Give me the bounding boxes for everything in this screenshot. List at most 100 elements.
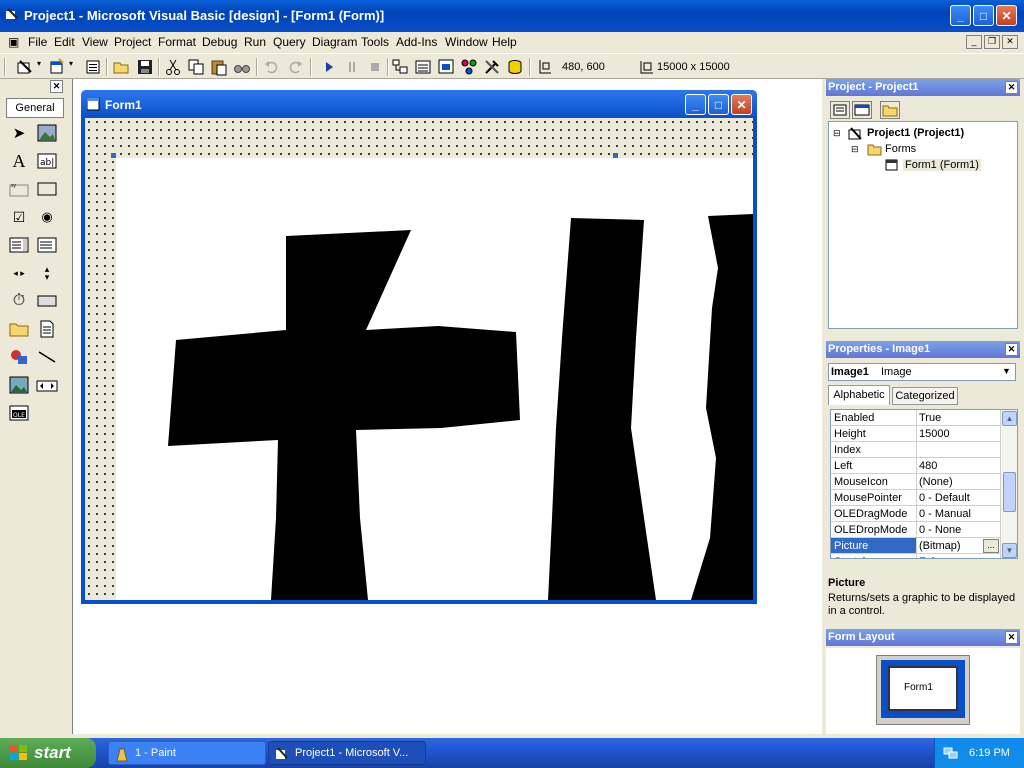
taskbar-item-paint[interactable]: 1 - Paint [108,741,266,765]
form-preview[interactable]: Form1 [888,666,958,711]
view-object-button[interactable] [852,101,872,119]
form-title-bar[interactable]: Form1 _ □ ✕ [81,90,757,118]
save-project-icon[interactable] [136,58,154,76]
resize-handle[interactable] [613,153,618,158]
tree-collapse-icon[interactable]: ⊟ [851,144,859,155]
dropdown-arrow-icon[interactable]: ▾ [69,59,73,68]
ole-tool[interactable]: OLE [8,402,30,424]
project-explorer-close-button[interactable]: ✕ [1005,81,1018,94]
minimize-button[interactable]: _ [950,5,971,26]
property-grid-scrollbar[interactable]: ▲ ▼ [1000,410,1017,558]
redo-icon[interactable] [286,58,304,76]
toolbox-close-button[interactable]: ✕ [50,80,63,93]
property-row[interactable]: OLEDropMode 0 - None [831,522,1001,538]
combobox-tool[interactable] [8,234,30,256]
property-value[interactable]: 0 - Default [919,492,999,504]
form-client-area[interactable] [85,118,753,600]
property-row[interactable]: StretchFalse [831,554,1001,558]
add-project-icon[interactable] [16,58,34,76]
view-code-button[interactable] [830,101,850,119]
tab-alphabetic[interactable]: Alphabetic [828,385,890,405]
property-row[interactable]: Left 480 [831,458,1001,474]
picturebox-tool[interactable] [36,122,58,144]
tab-categorized[interactable]: Categorized [892,387,958,405]
property-value[interactable]: 15000 [919,428,999,440]
ellipsis-button[interactable]: ... [983,539,999,553]
property-row[interactable]: Height 15000 [831,426,1001,442]
line-tool[interactable] [36,346,58,368]
menu-file[interactable]: File [28,35,47,49]
textbox-tool[interactable]: ab| [36,150,58,172]
paste-icon[interactable] [210,58,228,76]
properties-close-button[interactable]: ✕ [1005,343,1018,356]
property-row[interactable]: OLEDragMode 0 - Manual [831,506,1001,522]
start-run-icon[interactable] [320,58,338,76]
menu-format[interactable]: Format [158,35,196,49]
mdi-restore-button[interactable]: ❐ [984,35,1000,49]
menu-system-icon[interactable]: ▣ [8,35,19,49]
toggle-folders-button[interactable] [880,101,900,119]
property-value[interactable]: 0 - Manual [919,508,999,520]
close-button[interactable]: ✕ [996,5,1017,26]
form-layout-close-button[interactable]: ✕ [1005,631,1018,644]
forms-folder-node[interactable]: Forms [885,143,916,155]
scroll-up-icon[interactable]: ▲ [1002,411,1017,426]
commandbutton-tool[interactable] [36,178,58,200]
break-icon[interactable] [343,58,361,76]
form-maximize-button[interactable]: □ [708,94,729,115]
filelistbox-tool[interactable] [36,318,58,340]
image-tool[interactable] [8,374,30,396]
tree-collapse-icon[interactable]: ⊟ [833,128,841,139]
scroll-down-icon[interactable]: ▼ [1002,543,1017,558]
object-browser-icon[interactable] [460,58,478,76]
mdi-minimize-button[interactable]: _ [966,35,982,49]
vb-app-icon[interactable] [5,8,19,22]
label-tool[interactable]: A [8,150,30,172]
taskbar-item-vb[interactable]: Project1 - Microsoft V... [268,741,426,765]
start-button[interactable]: start [0,738,96,768]
maximize-button[interactable]: □ [973,5,994,26]
menu-view[interactable]: View [82,35,108,49]
toolbox-tab-general[interactable]: General [6,98,64,118]
optionbutton-tool[interactable]: ◉ [36,206,58,228]
property-row[interactable]: MousePointer 0 - Default [831,490,1001,506]
cut-icon[interactable] [164,58,182,76]
menu-help[interactable]: Help [492,35,517,49]
properties-window-icon[interactable] [414,58,432,76]
object-select[interactable]: Image1 Image ▼ [828,363,1016,381]
checkbox-tool[interactable]: ☑ [8,206,30,228]
property-value[interactable]: 480 [919,460,999,472]
property-row[interactable]: Enabled True [831,410,1001,426]
frame-tool[interactable]: xy [8,178,30,200]
open-project-icon[interactable] [113,58,131,76]
property-row[interactable]: Index [831,442,1001,458]
drivelistbox-tool[interactable] [36,290,58,312]
property-row[interactable]: Picture (Bitmap)... [831,538,1001,554]
end-icon[interactable] [366,58,384,76]
dropdown-arrow-icon[interactable]: ▾ [37,59,41,68]
toolbox-icon[interactable] [483,58,501,76]
menu-query[interactable]: Query [273,35,306,49]
menu-window[interactable]: Window [445,35,488,49]
copy-icon[interactable] [187,58,205,76]
menu-tools[interactable]: Tools [361,35,389,49]
undo-icon[interactable] [263,58,281,76]
menu-editor-icon[interactable] [84,58,102,76]
form-layout-icon[interactable] [437,58,455,76]
shape-tool[interactable] [8,346,30,368]
find-icon[interactable] [233,58,251,76]
scroll-thumb[interactable] [1003,472,1016,512]
menu-edit[interactable]: Edit [54,35,75,49]
image1-control[interactable] [116,158,753,600]
mdi-close-button[interactable]: ✕ [1002,35,1018,49]
timer-tool[interactable]: ⏱ [8,290,30,312]
property-value[interactable]: (None) [919,476,999,488]
form-close-button[interactable]: ✕ [731,94,752,115]
menu-debug[interactable]: Debug [202,35,237,49]
form-minimize-button[interactable]: _ [685,94,706,115]
menu-diagram[interactable]: Diagram [312,35,357,49]
menu-run[interactable]: Run [244,35,266,49]
property-value[interactable]: True [919,412,999,424]
project-root-node[interactable]: Project1 (Project1) [867,127,964,139]
dirlistbox-tool[interactable] [8,318,30,340]
